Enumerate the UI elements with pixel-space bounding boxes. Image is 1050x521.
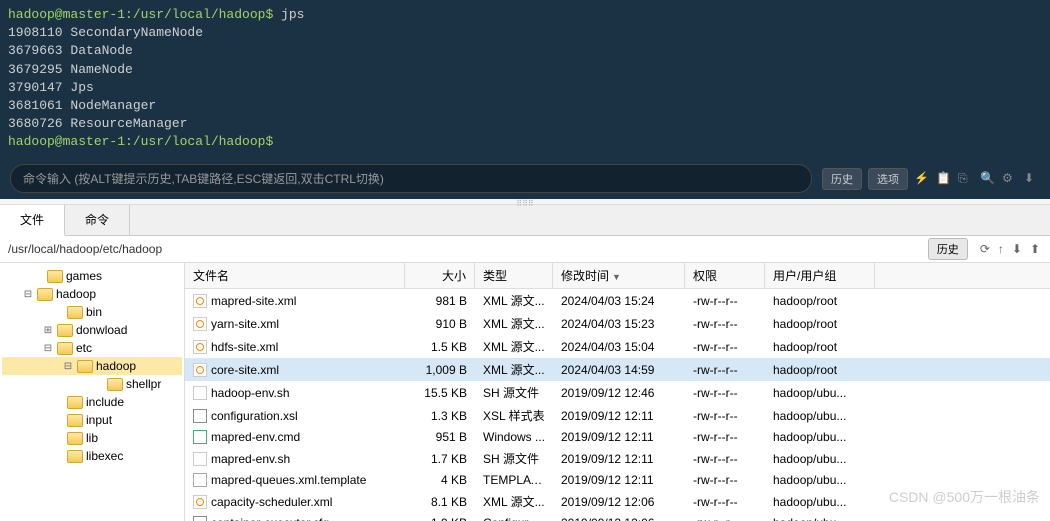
file-row[interactable]: hadoop-env.sh15.5 KBSH 源文件2019/09/12 12:… [185, 381, 1050, 404]
path-bar: 历史 ⟳ ↑ ⬇ ⬆ [0, 236, 1050, 263]
options-button[interactable]: 选项 [868, 168, 908, 190]
file-row[interactable]: mapred-queues.xml.template4 KBTEMPLAT...… [185, 470, 1050, 490]
upload-path-icon[interactable]: ⬆ [1030, 242, 1040, 256]
file-icon [193, 409, 207, 423]
refresh-icon[interactable]: ⟳ [980, 242, 990, 256]
tree-item-hadoop[interactable]: ⊟hadoop [2, 285, 182, 303]
tree-item-lib[interactable]: lib [2, 429, 182, 447]
path-input[interactable] [0, 238, 926, 260]
col-perm-header[interactable]: 权限 [685, 263, 765, 288]
file-icon [193, 430, 207, 444]
file-pane: games⊟hadoopbin⊞donwload⊟etc⊟hadoopshell… [0, 263, 1050, 521]
file-list-header: 文件名 大小 类型 修改时间▼ 权限 用户/用户组 [185, 263, 1050, 289]
folder-tree[interactable]: games⊟hadoopbin⊞donwload⊟etc⊟hadoopshell… [0, 263, 185, 521]
folder-icon [77, 360, 93, 373]
tree-item-libexec[interactable]: libexec [2, 447, 182, 465]
file-row[interactable]: mapred-env.sh1.7 KBSH 源文件2019/09/12 12:1… [185, 447, 1050, 470]
folder-icon [57, 342, 73, 355]
file-row[interactable]: core-site.xml1,009 BXML 源文...2024/04/03 … [185, 358, 1050, 381]
folder-icon [67, 396, 83, 409]
folder-icon [47, 270, 63, 283]
folder-icon [67, 432, 83, 445]
terminal-output: hadoop@master-1:/usr/local/hadoop$ jps19… [0, 0, 1050, 158]
copy-icon[interactable]: ⎘ [958, 171, 974, 187]
folder-icon [67, 450, 83, 463]
file-icon [193, 386, 207, 400]
file-row[interactable]: hdfs-site.xml1.5 KBXML 源文...2024/04/03 1… [185, 335, 1050, 358]
col-owner-header[interactable]: 用户/用户组 [765, 263, 875, 288]
file-icon [193, 495, 207, 509]
folder-icon [37, 288, 53, 301]
folder-icon [67, 414, 83, 427]
file-row[interactable]: configuration.xsl1.3 KBXSL 样式表2019/09/12… [185, 404, 1050, 427]
file-row[interactable]: container-executor.cfg1.9 KBConfigura...… [185, 513, 1050, 521]
tab-file[interactable]: 文件 [0, 205, 65, 236]
history-button[interactable]: 历史 [822, 168, 862, 190]
tree-item-shellpr[interactable]: shellpr [2, 375, 182, 393]
col-name-header[interactable]: 文件名 [185, 263, 405, 288]
folder-icon [67, 306, 83, 319]
file-icon [193, 473, 207, 487]
tree-item-bin[interactable]: bin [2, 303, 182, 321]
file-icon [193, 363, 207, 377]
col-type-header[interactable]: 类型 [475, 263, 553, 288]
file-row[interactable]: mapred-site.xml981 BXML 源文...2024/04/03 … [185, 289, 1050, 312]
tree-item-include[interactable]: include [2, 393, 182, 411]
tree-item-input[interactable]: input [2, 411, 182, 429]
file-icon [193, 452, 207, 466]
pane-tabs: 文件 命令 [0, 205, 1050, 236]
file-icon [193, 317, 207, 331]
file-icon [193, 294, 207, 308]
gear-icon[interactable]: ⚙ [1002, 171, 1018, 187]
folder-icon [57, 324, 73, 337]
file-list[interactable]: 文件名 大小 类型 修改时间▼ 权限 用户/用户组 mapred-site.xm… [185, 263, 1050, 521]
tab-command[interactable]: 命令 [65, 205, 130, 235]
tree-item-games[interactable]: games [2, 267, 182, 285]
file-row[interactable]: capacity-scheduler.xml8.1 KBXML 源文...201… [185, 490, 1050, 513]
file-row[interactable]: mapred-env.cmd951 BWindows ...2019/09/12… [185, 427, 1050, 447]
up-icon[interactable]: ↑ [998, 242, 1004, 256]
path-history-button[interactable]: 历史 [928, 238, 968, 260]
bolt-icon[interactable]: ⚡ [914, 171, 930, 187]
col-date-header[interactable]: 修改时间▼ [553, 263, 685, 288]
command-input[interactable]: 命令输入 (按ALT键提示历史,TAB键路径,ESC键返回,双击CTRL切换) [10, 164, 812, 193]
download-path-icon[interactable]: ⬇ [1012, 242, 1022, 256]
tree-item-donwload[interactable]: ⊞donwload [2, 321, 182, 339]
download-icon[interactable]: ⬇ [1024, 171, 1040, 187]
file-row[interactable]: yarn-site.xml910 BXML 源文...2024/04/03 15… [185, 312, 1050, 335]
folder-icon [107, 378, 123, 391]
tree-item-etc[interactable]: ⊟etc [2, 339, 182, 357]
file-icon [193, 340, 207, 354]
command-bar: 命令输入 (按ALT键提示历史,TAB键路径,ESC键返回,双击CTRL切换) … [0, 158, 1050, 199]
tree-item-hadoop[interactable]: ⊟hadoop [2, 357, 182, 375]
clipboard-icon[interactable]: 📋 [936, 171, 952, 187]
search-icon[interactable]: 🔍 [980, 171, 996, 187]
col-size-header[interactable]: 大小 [405, 263, 475, 288]
